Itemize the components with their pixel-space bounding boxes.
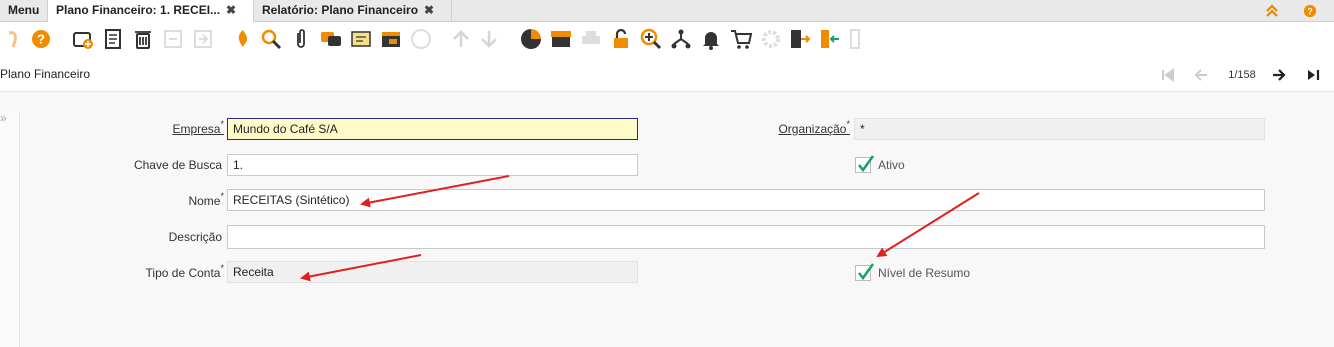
export-icon[interactable]	[844, 25, 870, 53]
tab-plano-financeiro[interactable]: Plano Financeiro: 1. RECEI... ✖	[48, 0, 254, 23]
palette-icon[interactable]	[408, 25, 434, 53]
help-icon[interactable]: ?	[28, 25, 54, 53]
collapse-up-icon[interactable]	[1264, 2, 1280, 18]
chave-busca-field[interactable]: 1.	[227, 154, 638, 176]
tab-bar: Menu Plano Financeiro: 1. RECEI... ✖ Rela…	[0, 0, 1334, 23]
close-tab-icon[interactable]: ✖	[424, 3, 434, 17]
tipo-conta-field[interactable]: Receita	[227, 261, 638, 283]
import-icon[interactable]	[816, 25, 842, 53]
detail-toggle-strip[interactable]: »	[0, 111, 20, 347]
next-arrow-icon[interactable]	[1268, 64, 1290, 86]
alert-icon[interactable]	[698, 25, 724, 53]
next-record-icon[interactable]	[476, 25, 502, 53]
refresh-icon[interactable]	[230, 25, 256, 53]
toolbar: ?	[0, 22, 1334, 58]
delete-icon[interactable]	[130, 25, 156, 53]
page-title: Plano Financeiro	[0, 67, 91, 81]
tipo-conta-label: Tipo de Conta*	[145, 263, 224, 280]
last-record-icon[interactable]	[1302, 64, 1324, 86]
svg-text:?: ?	[37, 32, 45, 47]
chat-icon[interactable]	[318, 25, 344, 53]
close-tab-icon[interactable]: ✖	[226, 3, 236, 17]
svg-text:?: ?	[1307, 7, 1312, 17]
attachment-icon[interactable]	[288, 25, 314, 53]
window-header: Plano Financeiro 1/158	[0, 58, 1334, 92]
undo-icon[interactable]	[0, 25, 26, 53]
tab-label: Plano Financeiro: 1. RECEI...	[56, 3, 221, 17]
settings-icon[interactable]	[758, 25, 784, 53]
descricao-field[interactable]	[227, 225, 1265, 249]
record-counter: 1/158	[1228, 69, 1256, 81]
workflow-icon[interactable]	[668, 25, 694, 53]
print-icon[interactable]	[578, 25, 604, 53]
archive-icon[interactable]	[548, 25, 574, 53]
help-icon[interactable]: ?	[1303, 4, 1319, 20]
history-icon[interactable]	[378, 25, 404, 53]
notes-icon[interactable]	[348, 25, 374, 53]
descricao-label: Descrição	[168, 230, 222, 244]
zoom-icon[interactable]	[638, 25, 664, 53]
chave-busca-label: Chave de Busca	[133, 158, 222, 172]
expand-icon[interactable]: »	[0, 111, 7, 125]
tab-relatorio[interactable]: Relatório: Plano Financeiro ✖	[254, 0, 452, 22]
organizacao-label[interactable]: Organização*	[750, 119, 850, 136]
empresa-label[interactable]: Empresa*	[150, 119, 224, 136]
tab-label: Relatório: Plano Financeiro	[262, 3, 419, 17]
save-new-icon[interactable]	[190, 25, 216, 53]
ativo-label: Ativo	[878, 158, 905, 172]
nome-field[interactable]: RECEITAS (Sintético)	[227, 189, 1265, 211]
empresa-field[interactable]: Mundo do Café S/A	[227, 118, 638, 140]
nivel-resumo-label: Nível de Resumo	[878, 266, 971, 280]
copy-record-icon[interactable]	[100, 25, 126, 53]
nome-label: Nome*	[188, 191, 224, 208]
first-record-icon[interactable]	[1157, 64, 1179, 86]
report-icon[interactable]	[518, 25, 544, 53]
nivel-resumo-checkbox[interactable]	[855, 263, 875, 281]
new-record-icon[interactable]	[70, 25, 96, 53]
tab-menu[interactable]: Menu	[0, 0, 48, 22]
ativo-checkbox[interactable]	[855, 155, 875, 173]
product-icon[interactable]	[728, 25, 754, 53]
save-icon[interactable]	[160, 25, 186, 53]
find-icon[interactable]	[258, 25, 284, 53]
exit-icon[interactable]	[786, 25, 812, 53]
previous-record-icon[interactable]	[448, 25, 474, 53]
previous-arrow-icon[interactable]	[1190, 64, 1212, 86]
unlock-icon[interactable]	[608, 25, 634, 53]
organizacao-field[interactable]: *	[854, 118, 1265, 140]
